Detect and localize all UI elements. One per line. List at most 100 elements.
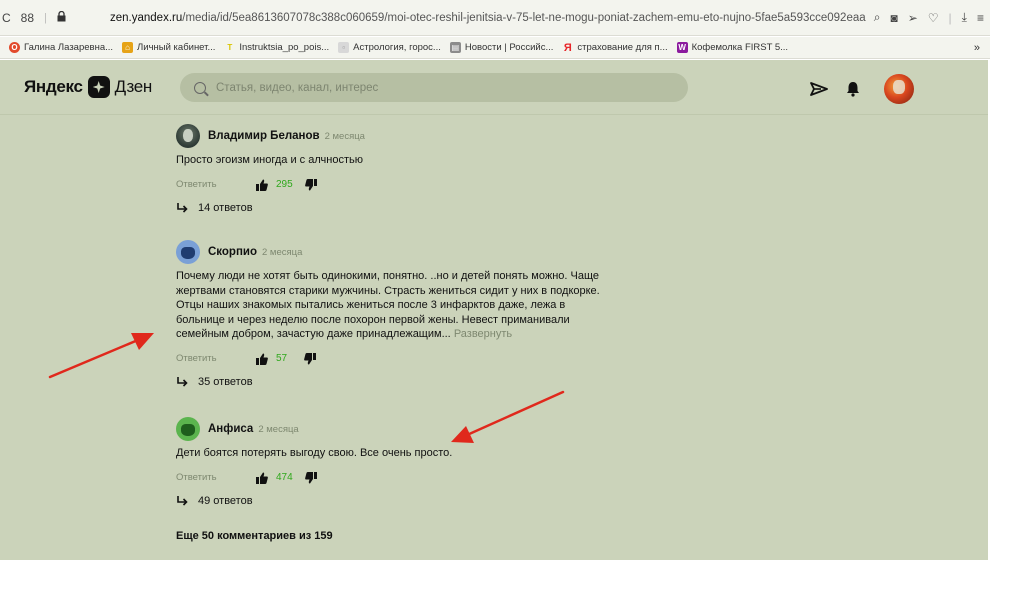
dzen-page: Яндекс Дзен Владимир Беланов 2 месяца Пр… [0, 60, 988, 560]
header-actions [810, 74, 914, 104]
comment-date: 2 месяца [258, 423, 299, 435]
house-icon: ⌂ [122, 42, 134, 53]
reload-button[interactable]: C [2, 11, 11, 25]
bookmark-item[interactable]: W Кофемолка FIRST 5... [676, 42, 789, 53]
bookmark-item[interactable]: Я страхование для п... [562, 41, 668, 54]
toolbar-divider: | [44, 11, 47, 24]
logo-yandex-text: Яндекс [24, 77, 83, 96]
comment-header: Владимир Беланов 2 месяца [176, 124, 616, 148]
site-header: Яндекс Дзен [0, 60, 988, 115]
thumbs-up-icon[interactable] [256, 472, 268, 484]
download-icon[interactable]: ⤓ [962, 10, 967, 25]
comment-body: Почему люди не хотят быть одинокими, пон… [176, 270, 600, 340]
replies-count: 35 ответов [198, 375, 253, 388]
thumbs-down-icon[interactable] [304, 471, 317, 484]
dzen-logo[interactable]: Яндекс Дзен [24, 76, 152, 98]
thumbs-down-icon[interactable] [304, 178, 317, 191]
browser-toolbar: C 88 | zen.yandex.ru/media/id/5ea8613607… [0, 0, 990, 36]
bookmark-label: Личный кабинет... [137, 42, 216, 53]
bookmark-item[interactable]: T Instruktsia_po_pois... [224, 42, 329, 53]
comment-date: 2 месяца [262, 246, 303, 258]
camera-icon[interactable]: ◙ [890, 11, 897, 25]
comment-author[interactable]: Владимир Беланов [208, 130, 320, 142]
replies-count: 14 ответов [198, 201, 253, 214]
search-box[interactable] [180, 73, 688, 102]
comment-actions: Ответить 295 [176, 178, 616, 192]
bookmark-item[interactable]: ▤ Новости | Российс... [449, 42, 554, 53]
lock-icon[interactable] [57, 10, 66, 25]
send-icon[interactable] [810, 81, 828, 97]
replies-toggle[interactable]: 14 ответов [176, 202, 616, 214]
reply-arrow-icon [177, 495, 188, 506]
heart-icon[interactable]: ♡ [928, 11, 939, 25]
bookmark-label: Астрология, горос... [353, 42, 441, 53]
bookmarks-more-button[interactable]: » [974, 42, 980, 54]
bookmark-item[interactable]: ▫ Астрология, горос... [338, 42, 441, 53]
url-domain: zen.yandex.ru [110, 11, 183, 24]
menu-icon[interactable]: ≡ [977, 11, 984, 25]
like-count: 474 [276, 472, 293, 483]
search-input[interactable] [216, 81, 636, 94]
browser-actions: ⌕ ◙ ➢ ♡ | ⤓ ≡ [866, 10, 990, 25]
thumbs-up-icon[interactable] [256, 179, 268, 191]
comment-body: Дети боятся потерять выгоду свою. Все оч… [176, 447, 453, 459]
comment-header: Скорпио 2 месяца [176, 240, 616, 264]
comment-author[interactable]: Скорпио [208, 246, 257, 258]
bookmark-label: Галина Лазаревна... [24, 42, 114, 53]
replies-toggle[interactable]: 49 ответов [176, 495, 616, 507]
address-bar[interactable]: zen.yandex.ru/media/id/5ea8613607078c388… [110, 12, 866, 24]
comment-item: Анфиса 2 месяца Дети боятся потерять выг… [176, 417, 616, 507]
comment-item: Скорпио 2 месяца Почему люди не хотят бы… [176, 240, 616, 388]
comment-text: Дети боятся потерять выгоду свою. Все оч… [176, 446, 616, 461]
commenter-avatar[interactable] [176, 124, 200, 148]
replies-toggle[interactable]: 35 ответов [176, 376, 616, 388]
thumbs-up-icon[interactable] [256, 353, 268, 365]
toolbar-divider: | [948, 10, 952, 25]
replies-count: 49 ответов [198, 494, 253, 507]
wildberries-icon: W [676, 42, 688, 53]
opera-icon: O [9, 42, 20, 53]
expand-link[interactable]: Развернуть [454, 328, 512, 340]
bookmark-label: Новости | Российс... [464, 42, 554, 53]
comment-date: 2 месяца [324, 130, 365, 142]
bookmark-item[interactable]: ⌂ Личный кабинет... [122, 42, 215, 53]
comment-body: Просто эгоизм иногда и с алчностью [176, 154, 363, 166]
bell-icon[interactable] [846, 81, 860, 97]
reply-button[interactable]: Ответить [176, 353, 256, 364]
comment-text: Почему люди не хотят быть одинокими, пон… [176, 269, 616, 342]
bookmark-label: страхование для п... [577, 42, 668, 53]
page-icon: ▫ [338, 42, 350, 53]
logo-dzen-text: Дзен [114, 77, 153, 96]
t-icon: T [227, 43, 233, 52]
like-count: 295 [276, 179, 293, 190]
commenter-avatar[interactable] [176, 417, 200, 441]
bookmark-label: Instruktsia_po_pois... [239, 42, 330, 53]
user-avatar[interactable] [884, 74, 914, 104]
comment-header: Анфиса 2 месяца [176, 417, 616, 441]
comment-actions: Ответить 474 [176, 471, 616, 485]
thumbs-down-icon[interactable] [304, 352, 316, 365]
yandex-icon: Я [563, 41, 572, 54]
like-count: 57 [276, 353, 288, 364]
search-icon[interactable]: ⌕ [874, 10, 881, 25]
comment-actions: Ответить 57 [176, 352, 616, 366]
dzen-star-icon [87, 76, 110, 98]
news-icon: ▤ [449, 42, 461, 53]
bookmark-label: Кофемолка FIRST 5... [691, 42, 789, 53]
more-comments-button[interactable]: Еще 50 комментариев из 159 [176, 530, 333, 542]
url-path: /media/id/5ea8613607078c388c060659/moi-o… [182, 11, 866, 24]
bookmark-item[interactable]: O Галина Лазаревна... [9, 42, 113, 53]
comment-author[interactable]: Анфиса [208, 423, 253, 435]
reply-button[interactable]: Ответить [176, 179, 256, 190]
comment-text: Просто эгоизм иногда и с алчностью [176, 153, 616, 168]
bookmarks-bar: O Галина Лазаревна... ⌂ Личный кабинет..… [0, 37, 990, 59]
browser-nav: C 88 | [0, 10, 110, 25]
reply-button[interactable]: Ответить [176, 472, 256, 483]
search-icon [194, 81, 206, 94]
send-icon[interactable]: ➢ [908, 11, 918, 25]
comment-item: Владимир Беланов 2 месяца Просто эгоизм … [176, 124, 616, 214]
reply-arrow-icon [177, 202, 188, 213]
commenter-avatar[interactable] [176, 240, 200, 264]
apps-button[interactable]: 88 [21, 11, 34, 25]
reply-arrow-icon [177, 376, 188, 387]
